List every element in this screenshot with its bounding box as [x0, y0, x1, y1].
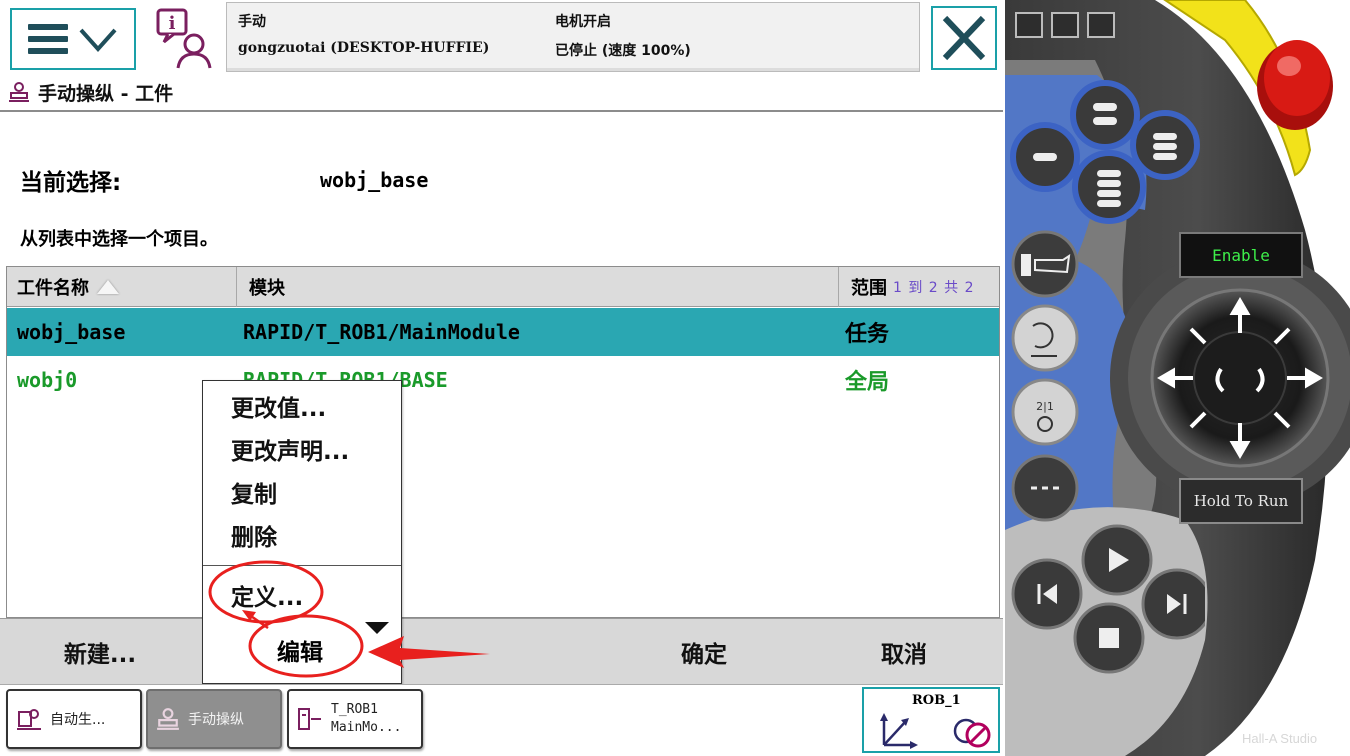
motor-state: 电机开启	[555, 14, 611, 30]
column-header-module[interactable]: 模块	[237, 267, 839, 307]
menu-item-copy[interactable]: 复制	[231, 475, 277, 509]
abb-menu-button[interactable]	[10, 8, 136, 70]
jogging-icon	[9, 82, 29, 102]
window-controls	[1015, 12, 1115, 38]
start-button[interactable]	[1081, 524, 1153, 596]
dropdown-arrow-icon	[365, 622, 389, 634]
sort-ascending-icon	[97, 280, 119, 294]
toggle-motion-mode-key[interactable]	[1011, 304, 1079, 372]
stop-button[interactable]	[1073, 602, 1145, 674]
task-jogging[interactable]: 手动操纵	[146, 689, 282, 749]
edit-button-label: 编辑	[277, 640, 323, 666]
flexpendant-device: 2|1 Enable Hold To Run Hall-A Studio	[1005, 0, 1350, 756]
column-header-module-label: 模块	[249, 278, 285, 299]
task-auto-label: 自动生...	[50, 712, 106, 728]
command-bar: 新建... 确定 取消	[0, 618, 1003, 684]
row-module: RAPID/T_ROB1/MainModule	[243, 320, 520, 344]
column-header-name[interactable]: 工件名称	[7, 267, 237, 307]
close-window-button[interactable]	[1087, 12, 1115, 38]
joystick[interactable]	[1155, 293, 1325, 463]
toggle-increment-key[interactable]	[1011, 454, 1079, 522]
coordinate-system-icon	[880, 713, 918, 749]
quickset-button[interactable]: ROB_1	[862, 687, 1000, 753]
step-backward-button[interactable]	[1011, 558, 1083, 630]
side-keys: 2|1	[1011, 230, 1079, 522]
svg-text:i: i	[169, 13, 176, 34]
current-selection-value: wobj_base	[320, 168, 429, 192]
step-forward-button[interactable]	[1141, 568, 1205, 640]
menu-item-define[interactable]: 定义...	[231, 578, 303, 612]
toggle-axes-key[interactable]: 2|1	[1011, 378, 1079, 446]
key-1[interactable]	[1070, 80, 1140, 150]
menu-divider	[203, 565, 401, 566]
run-keys	[1011, 524, 1205, 674]
hamburger-icon	[28, 24, 68, 54]
jogging-icon	[157, 708, 179, 730]
workobject-table: 工件名称 模块 范围 1 到 2 共 2 wobj_base RAPID/T_R…	[6, 266, 1000, 618]
task-auto-production[interactable]: 自动生...	[6, 689, 142, 749]
task-rob-line1: T_ROB1	[331, 702, 378, 717]
increment-off-icon	[953, 718, 991, 748]
row-scope: 任务	[845, 322, 890, 347]
menu-item-delete[interactable]: 删除	[231, 518, 277, 552]
status-bar: 手动 gongzuotai (DESKTOP-HUFFIE) 电机开启 已停止 …	[226, 2, 1135, 72]
column-header-scope[interactable]: 范围 1 到 2 共 2	[839, 267, 999, 307]
watermark: Hall-A Studio	[1242, 731, 1318, 746]
new-button[interactable]: 新建...	[0, 619, 200, 685]
controller-name: gongzuotai (DESKTOP-HUFFIE)	[238, 40, 490, 56]
task-program-editor[interactable]: T_ROB1 MainMo...	[287, 689, 423, 749]
auto-production-icon	[17, 709, 41, 730]
minimize-window-button[interactable]	[1051, 12, 1079, 38]
edit-context-menu: 更改值... 更改声明... 复制 删除 定义... 编辑	[202, 380, 402, 684]
task-jog-label: 手动操纵	[188, 712, 244, 728]
select-mechanical-unit-key[interactable]	[1011, 230, 1079, 298]
chevron-down-icon	[79, 28, 117, 52]
key-4[interactable]	[1072, 150, 1146, 224]
close-button[interactable]	[931, 6, 997, 70]
table-row-selected[interactable]: wobj_base RAPID/T_ROB1/MainModule 任务	[7, 308, 999, 356]
menu-item-change-declaration[interactable]: 更改声明...	[231, 432, 349, 466]
cancel-button[interactable]: 取消	[804, 619, 1004, 685]
operating-mode: 手动	[238, 14, 266, 30]
column-header-name-label: 工件名称	[17, 278, 89, 299]
event-log-icon[interactable]: i	[150, 8, 220, 70]
current-selection-label: 当前选择:	[20, 170, 122, 196]
row-scope: 全局	[845, 370, 890, 395]
svg-text:2|1: 2|1	[1036, 400, 1054, 413]
task-rob-line2: MainMo...	[331, 720, 402, 735]
restore-window-button[interactable]	[1015, 12, 1043, 38]
table-row[interactable]: wobj0 RAPID/T_ROB1/BASE 全局	[7, 356, 999, 404]
mechanical-unit-label: ROB_1	[912, 693, 961, 708]
task-rob-label: T_ROB1 MainMo...	[331, 701, 401, 737]
ok-button[interactable]: 确定	[604, 619, 804, 685]
key-2[interactable]	[1010, 122, 1080, 192]
programmable-keys	[1010, 80, 1200, 224]
close-icon	[942, 15, 986, 61]
edit-button[interactable]: 编辑	[203, 617, 401, 683]
program-editor-icon	[298, 708, 321, 730]
taskbar: 自动生... 手动操纵 T_ROB1 MainMo... ROB_1	[0, 684, 1003, 756]
enable-button[interactable]: Enable	[1179, 232, 1303, 278]
menu-item-change-value[interactable]: 更改值...	[231, 389, 326, 423]
column-header-scope-label: 范围	[851, 278, 887, 299]
instruction-text: 从列表中选择一个项目。	[20, 229, 218, 250]
page-title: 手动操纵 - 工件	[38, 82, 174, 105]
hold-to-run-button[interactable]: Hold To Run	[1179, 478, 1303, 524]
table-header: 工件名称 模块 范围 1 到 2 共 2	[7, 267, 999, 307]
app-title-bar: 手动操纵 - 工件	[0, 74, 1003, 112]
row-name: wobj0	[17, 368, 78, 392]
row-count-indicator: 1 到 2 共 2	[893, 280, 975, 296]
flexpendant-screen: i 手动 gongzuotai (DESKTOP-HUFFIE) 电机开启 已停…	[0, 0, 1135, 756]
key-3[interactable]	[1130, 110, 1200, 180]
program-state: 已停止 (速度 100%)	[555, 43, 691, 59]
row-name: wobj_base	[17, 320, 126, 344]
